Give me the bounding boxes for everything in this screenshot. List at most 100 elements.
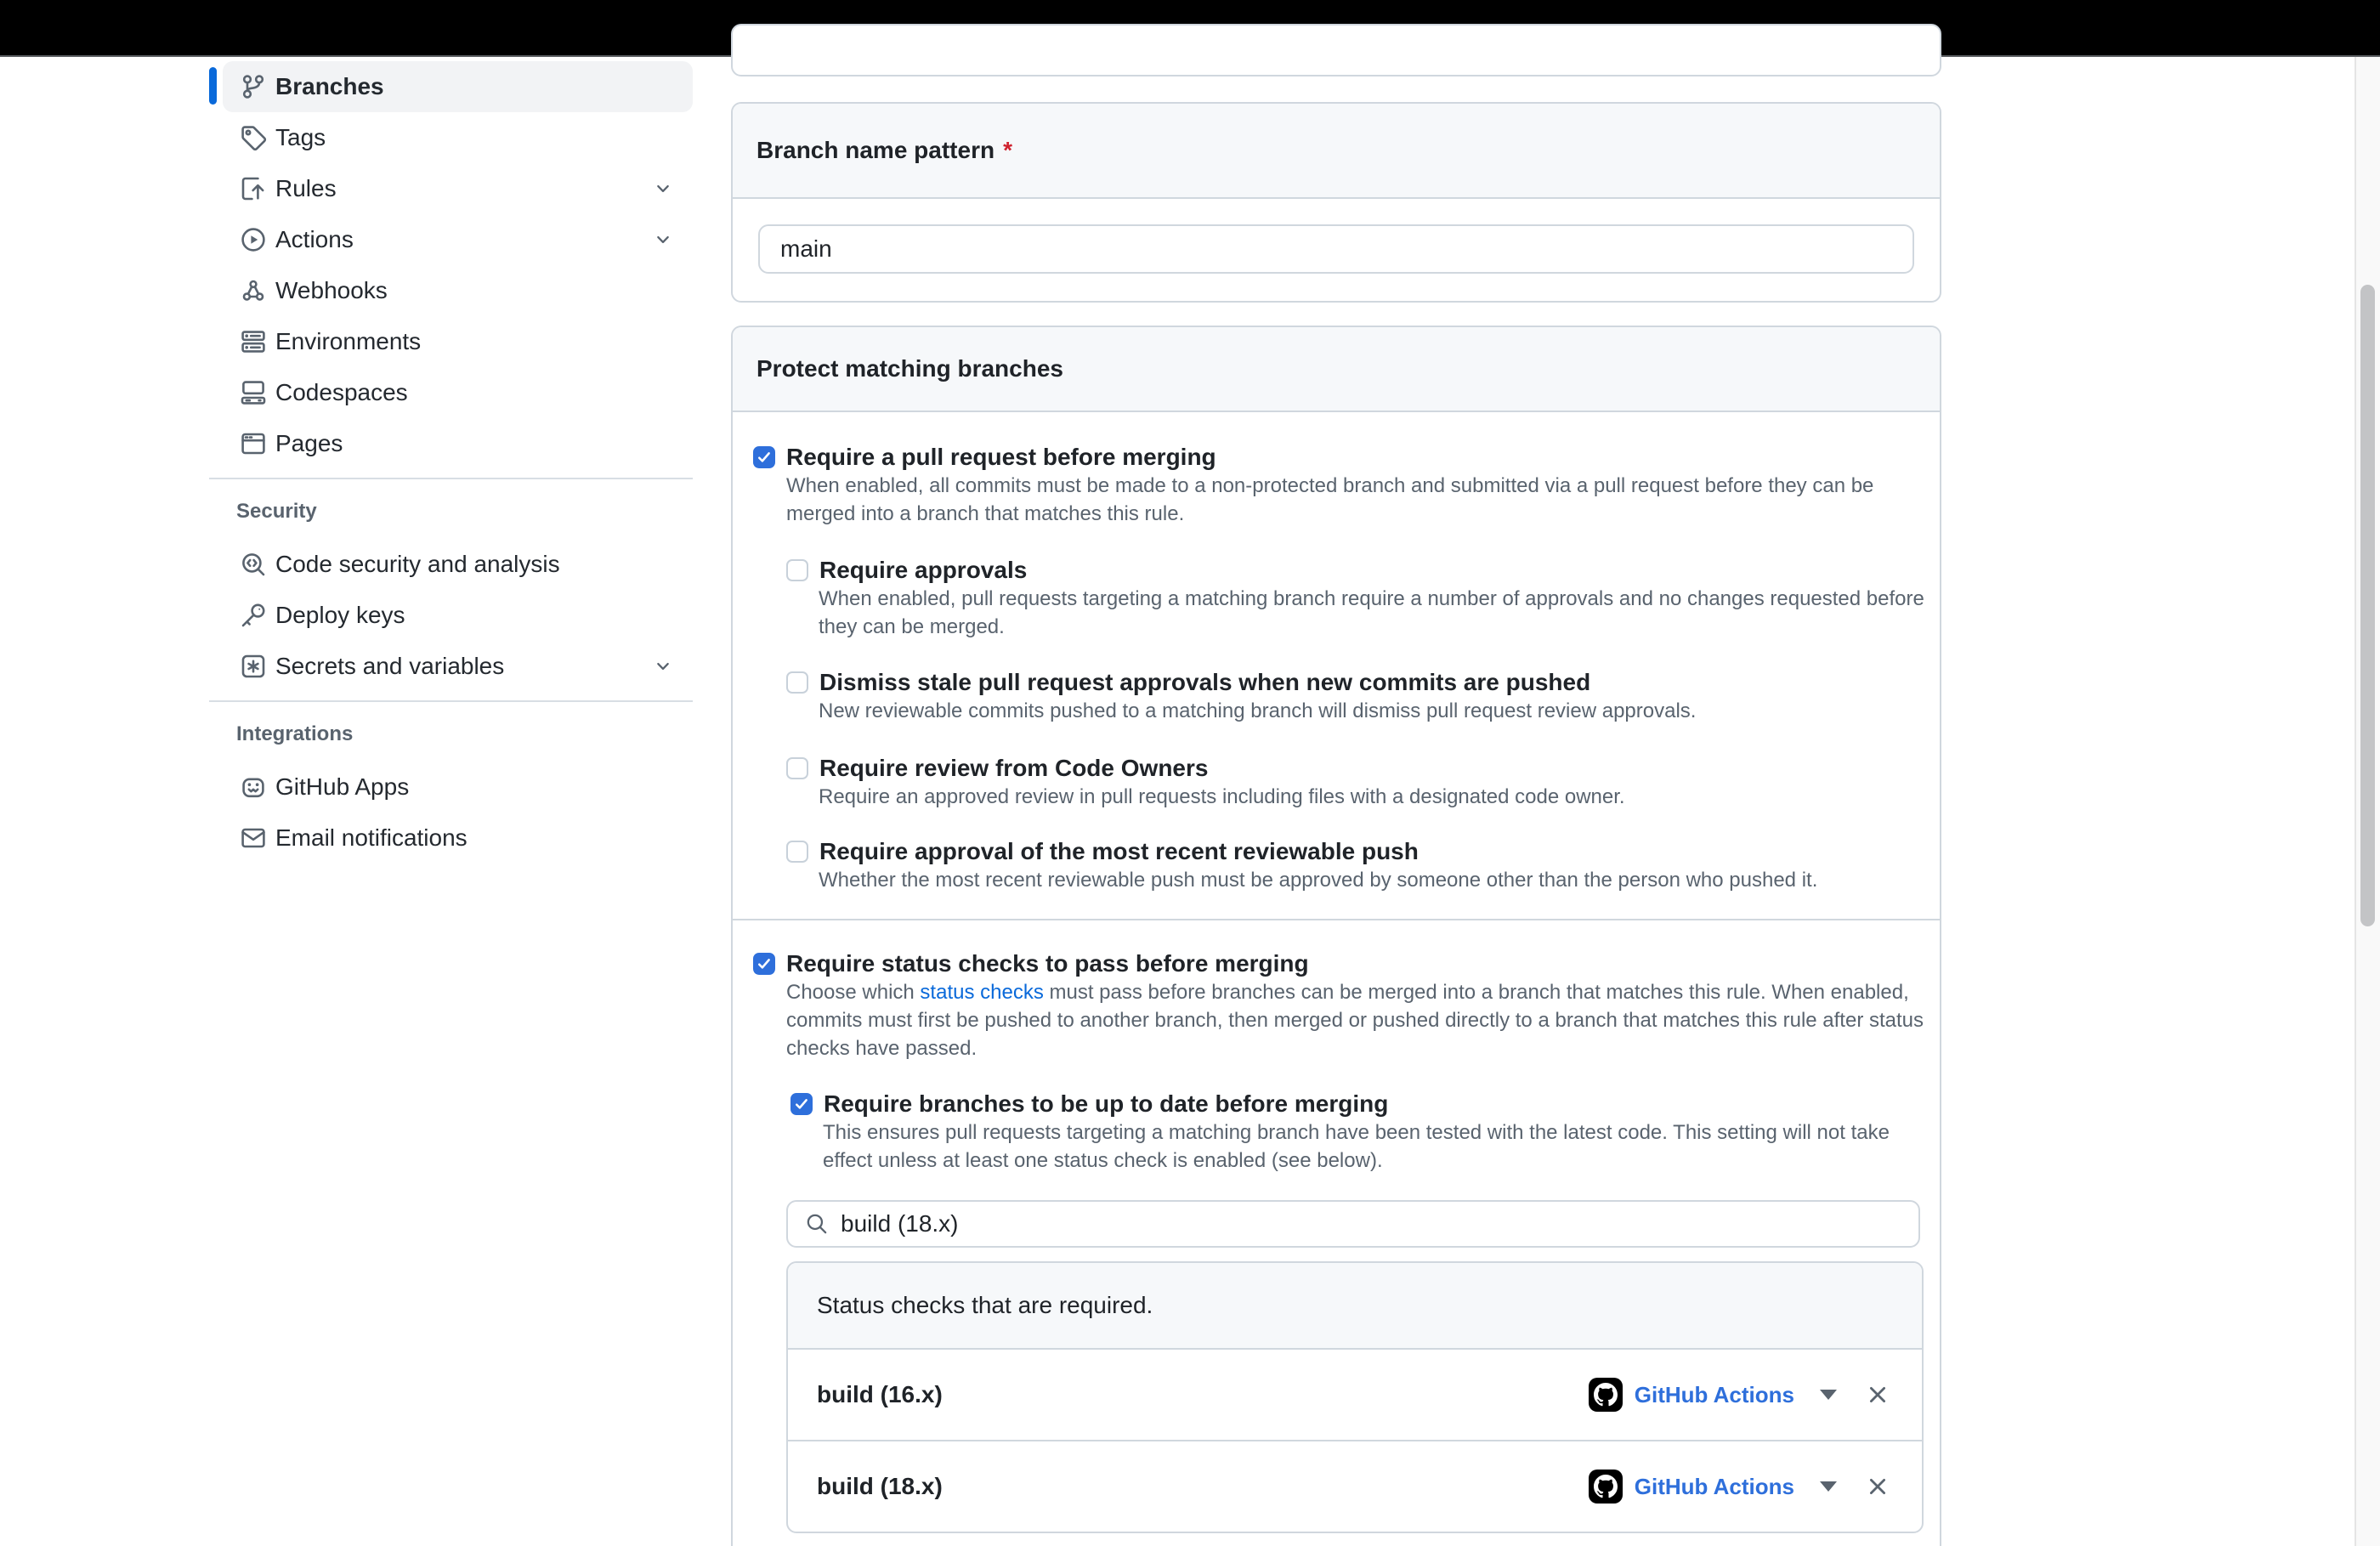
github-actions-avatar xyxy=(1589,1470,1623,1504)
sidebar-item-secrets-variables[interactable]: Secrets and variables xyxy=(223,641,693,692)
sidebar-item-label: Tags xyxy=(275,124,326,151)
sidebar-section-security: Security xyxy=(236,493,695,530)
rule-dismiss-stale-approvals: Dismiss stale pull request approvals whe… xyxy=(733,668,1940,697)
rule-description: Require an approved review in pull reque… xyxy=(733,783,1940,811)
status-check-search-box xyxy=(786,1200,1920,1248)
rule-label[interactable]: Require status checks to pass before mer… xyxy=(786,949,1309,978)
sidebar-item-label: Secrets and variables xyxy=(275,653,504,680)
branch-pattern-title: Branch name pattern xyxy=(756,137,994,164)
chevron-down-icon[interactable] xyxy=(652,178,674,200)
sidebar-item-label: Environments xyxy=(275,328,421,355)
sidebar-item-label: Rules xyxy=(275,175,337,202)
scrollbar-track[interactable] xyxy=(2354,57,2380,1546)
github-actions-link[interactable]: GitHub Actions xyxy=(1635,1382,1794,1408)
sidebar-item-label: Codespaces xyxy=(275,379,408,406)
checkbox-require-code-owner-review[interactable] xyxy=(786,757,808,779)
secret-asterisk-icon xyxy=(240,653,267,680)
sidebar-item-pages[interactable]: Pages xyxy=(223,418,693,469)
sidebar-item-codespaces[interactable]: Codespaces xyxy=(223,367,693,418)
checkbox-require-pull-request[interactable] xyxy=(753,446,775,468)
rule-description: Whether the most recent reviewable push … xyxy=(733,866,1940,894)
protect-card-title: Protect matching branches xyxy=(756,355,1063,382)
remove-status-check-icon[interactable] xyxy=(1864,1473,1891,1500)
sidebar-divider xyxy=(209,478,693,479)
codescan-icon xyxy=(240,551,267,578)
rule-description: When enabled, all commits must be made t… xyxy=(733,472,1930,528)
status-check-row: build (18.x) GitHub Actions xyxy=(788,1440,1922,1532)
rule-label[interactable]: Require review from Code Owners xyxy=(819,754,1208,783)
key-icon xyxy=(240,602,267,629)
status-check-name: build (16.x) xyxy=(817,1381,943,1408)
browser-icon xyxy=(240,430,267,457)
checkbox-dismiss-stale-approvals[interactable] xyxy=(786,671,808,694)
sidebar-item-webhooks[interactable]: Webhooks xyxy=(223,265,693,316)
branch-pattern-header: Branch name pattern * xyxy=(733,104,1940,199)
scrollbar-thumb[interactable] xyxy=(2360,285,2375,926)
desc-text: Choose which xyxy=(786,981,920,1004)
sidebar-item-tags[interactable]: Tags xyxy=(223,112,693,163)
app-robot-icon xyxy=(240,773,267,801)
rule-description: When enabled, pull requests targeting a … xyxy=(733,585,1940,641)
rule-require-pull-request: Require a pull request before merging xyxy=(733,443,1940,472)
checkbox-require-recent-push-approval[interactable] xyxy=(786,841,808,863)
chevron-down-icon[interactable] xyxy=(652,655,674,677)
sidebar-item-label: Deploy keys xyxy=(275,602,405,629)
status-panel-header: Status checks that are required. xyxy=(788,1263,1922,1350)
required-asterisk: * xyxy=(1003,137,1012,164)
rules-icon xyxy=(240,175,267,202)
sidebar-item-label: Pages xyxy=(275,430,343,457)
octocat-mark-icon xyxy=(1594,1383,1618,1407)
sidebar-item-label: Branches xyxy=(275,73,384,100)
required-status-checks-panel: Status checks that are required. build (… xyxy=(786,1261,1924,1533)
protect-card-header: Protect matching branches xyxy=(733,327,1940,412)
checkbox-require-approvals[interactable] xyxy=(786,559,808,581)
sidebar-item-actions[interactable]: Actions xyxy=(223,214,693,265)
rule-description: This ensures pull requests targeting a m… xyxy=(733,1118,1940,1175)
sidebar-item-label: Actions xyxy=(275,226,354,253)
rule-description: Choose which status checks must pass bef… xyxy=(733,978,1930,1062)
search-icon xyxy=(805,1212,829,1236)
sidebar-item-label: Code security and analysis xyxy=(275,551,560,578)
sidebar-item-environments[interactable]: Environments xyxy=(223,316,693,367)
rule-group-divider xyxy=(733,919,1940,920)
github-actions-link[interactable]: GitHub Actions xyxy=(1635,1474,1794,1500)
codespaces-icon xyxy=(240,379,267,406)
status-checks-link[interactable]: status checks xyxy=(920,981,1043,1004)
rule-label[interactable]: Require a pull request before merging xyxy=(786,443,1216,472)
source-dropdown-caret-icon[interactable] xyxy=(1820,1390,1837,1400)
rule-label[interactable]: Require approval of the most recent revi… xyxy=(819,837,1419,866)
webhook-icon xyxy=(240,277,267,304)
clipped-card-above xyxy=(731,24,1941,76)
rule-label[interactable]: Dismiss stale pull request approvals whe… xyxy=(819,668,1590,697)
protect-matching-branches-card: Protect matching branches Require a pull… xyxy=(731,326,1941,1546)
chevron-down-icon[interactable] xyxy=(652,229,674,251)
octocat-mark-icon xyxy=(1594,1475,1618,1498)
rule-label[interactable]: Require branches to be up to date before… xyxy=(824,1090,1388,1118)
sidebar-item-deploy-keys[interactable]: Deploy keys xyxy=(223,590,693,641)
settings-page: Branches Tags Rules Actions xyxy=(0,0,2380,1546)
sidebar-item-code-security[interactable]: Code security and analysis xyxy=(223,539,693,590)
branch-name-pattern-card: Branch name pattern * xyxy=(731,102,1941,303)
checkbox-require-status-checks[interactable] xyxy=(753,953,775,975)
branch-name-pattern-input[interactable] xyxy=(758,224,1914,274)
remove-status-check-icon[interactable] xyxy=(1864,1381,1891,1408)
server-icon xyxy=(240,328,267,355)
sidebar-item-label: GitHub Apps xyxy=(275,773,409,801)
rule-require-status-checks: Require status checks to pass before mer… xyxy=(733,949,1940,978)
checkbox-require-up-to-date[interactable] xyxy=(790,1093,813,1115)
sidebar-item-rules[interactable]: Rules xyxy=(223,163,693,214)
git-branch-icon xyxy=(240,73,267,100)
settings-sidebar: Branches Tags Rules Actions xyxy=(196,61,695,864)
sidebar-item-email-notifications[interactable]: Email notifications xyxy=(223,813,693,864)
sidebar-item-branches[interactable]: Branches xyxy=(223,61,693,112)
status-check-search-input[interactable] xyxy=(839,1209,1896,1238)
rule-require-recent-push-approval: Require approval of the most recent revi… xyxy=(733,837,1940,866)
rule-description: New reviewable commits pushed to a match… xyxy=(733,697,1940,725)
play-circle-icon xyxy=(240,226,267,253)
rule-label[interactable]: Require approvals xyxy=(819,556,1027,585)
source-dropdown-caret-icon[interactable] xyxy=(1820,1481,1837,1492)
branch-pattern-body xyxy=(733,199,1940,301)
sidebar-item-github-apps[interactable]: GitHub Apps xyxy=(223,762,693,813)
mail-icon xyxy=(240,824,267,852)
sidebar-item-label: Webhooks xyxy=(275,277,388,304)
